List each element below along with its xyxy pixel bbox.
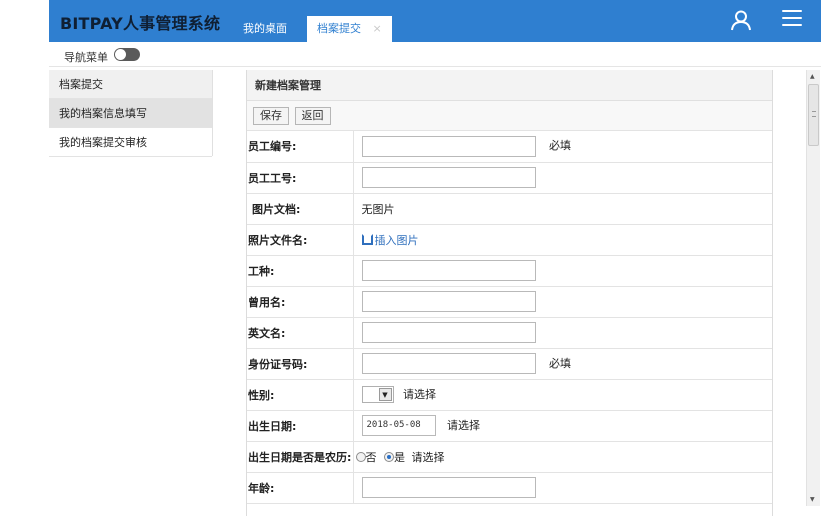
lunar-no-label: 否 — [365, 450, 377, 464]
form-row-lunar: 出生日期是否是农历: 否 是 请选择 — [247, 441, 772, 473]
lunar-yes-radio[interactable] — [384, 451, 394, 462]
field-label: 出生日期: — [247, 410, 354, 442]
age-input[interactable] — [361, 477, 536, 498]
insert-image-link[interactable]: 插入图片 — [361, 233, 419, 247]
sidebar-group-archive-submit[interactable]: 档案提交 — [49, 70, 212, 99]
form-panel: 新建档案管理 保存 返回 员工编号: 必填 员工工号: 图片文档: 无图片 照片… — [246, 70, 773, 516]
field-label: 年龄: — [247, 472, 354, 504]
scroll-down-arrow-icon[interactable]: ▼ — [810, 496, 815, 503]
field-label: 图片文档: — [247, 193, 354, 225]
nav-menu-label: 导航菜单 — [64, 51, 108, 64]
sidebar-divider — [212, 70, 213, 156]
sidebar-item-label: 我的档案提交审核 — [59, 136, 147, 149]
insert-image-icon — [361, 233, 373, 245]
required-marker: 必填 — [549, 356, 571, 370]
job-type-input[interactable] — [361, 260, 536, 281]
field-label: 身份证号码: — [247, 348, 354, 380]
form-row-gender: 性别: ▼ 请选择 — [247, 379, 772, 411]
form-toolbar: 保存 返回 — [247, 101, 772, 131]
scroll-thumb[interactable] — [808, 84, 819, 146]
birth-date-input[interactable]: 2018-05-08 — [361, 415, 436, 436]
form-row-photo-file: 照片文件名: 插入图片 — [247, 224, 772, 256]
sidebar-item-label: 档案提交 — [59, 78, 103, 91]
save-button[interactable]: 保存 — [253, 107, 289, 125]
sidebar-item-submit-review[interactable]: 我的档案提交审核 — [49, 128, 212, 157]
hamburger-menu-icon[interactable] — [782, 10, 802, 28]
back-button[interactable]: 返回 — [294, 107, 331, 125]
field-label: 曾用名: — [247, 286, 354, 318]
field-label: 性别: — [247, 379, 354, 411]
nav-menu-toggle[interactable] — [114, 48, 140, 61]
form-row-birth-date: 出生日期: 2018-05-08 请选择 — [247, 410, 772, 442]
required-marker: 必填 — [549, 139, 571, 153]
tab-label: 档案提交 — [317, 22, 361, 35]
sidebar: 档案提交 我的档案信息填写 我的档案提交审核 — [49, 70, 212, 157]
insert-image-label: 插入图片 — [374, 233, 419, 247]
panel-title: 新建档案管理 — [247, 70, 772, 101]
dropdown-arrow-icon: ▼ — [378, 388, 392, 402]
vertical-scrollbar[interactable]: ▲ ▼ — [806, 70, 820, 506]
user-icon[interactable] — [730, 9, 752, 31]
sidebar-item-fill-info[interactable]: 我的档案信息填写 — [49, 99, 212, 128]
employee-no-input[interactable] — [361, 135, 536, 157]
tab-close-icon[interactable]: × — [373, 22, 382, 35]
form-table: 员工编号: 必填 员工工号: 图片文档: 无图片 照片文件名: 插入图片 工种: — [247, 131, 772, 504]
former-name-input[interactable] — [361, 291, 536, 312]
birth-date-hint: 请选择 — [447, 418, 480, 432]
gender-hint: 请选择 — [403, 387, 436, 401]
scroll-up-arrow-icon[interactable]: ▲ — [810, 73, 815, 80]
field-label: 英文名: — [247, 317, 354, 349]
lunar-no-radio[interactable] — [355, 451, 366, 462]
lunar-hint: 请选择 — [411, 450, 445, 464]
form-row-former-name: 曾用名: — [247, 286, 772, 318]
field-label: 员工工号: — [247, 162, 354, 194]
photo-doc-value: 无图片 — [361, 202, 395, 216]
field-label: 照片文件名: — [247, 224, 354, 256]
form-row-photo-doc: 图片文档: 无图片 — [247, 193, 772, 225]
gender-select[interactable]: ▼ — [361, 386, 394, 404]
field-label: 工种: — [247, 255, 354, 287]
field-label: 员工编号: — [247, 131, 354, 163]
tab-my-desktop[interactable]: 我的桌面 — [233, 16, 297, 42]
id-number-input[interactable] — [361, 353, 536, 374]
work-no-input[interactable] — [361, 167, 536, 188]
form-row-work-no: 员工工号: — [247, 162, 772, 194]
english-name-input[interactable] — [361, 322, 536, 343]
sidebar-item-label: 我的档案信息填写 — [59, 107, 147, 120]
top-header: BITPAY人事管理系统 我的桌面 档案提交 × — [49, 0, 821, 42]
form-row-age: 年龄: — [247, 472, 772, 504]
nav-toggle-bar: 导航菜单 — [49, 42, 821, 67]
form-row-job-type: 工种: — [247, 255, 772, 287]
field-label: 出生日期是否是农历: — [247, 441, 354, 473]
form-row-english-name: 英文名: — [247, 317, 772, 349]
lunar-yes-label: 是 — [394, 450, 405, 464]
tab-label: 我的桌面 — [243, 22, 287, 35]
app-title: BITPAY人事管理系统 — [60, 14, 221, 33]
tab-archive-submit[interactable]: 档案提交 × — [307, 16, 392, 42]
form-row-id-number: 身份证号码: 必填 — [247, 348, 772, 380]
form-row-employee-no: 员工编号: 必填 — [247, 131, 772, 163]
